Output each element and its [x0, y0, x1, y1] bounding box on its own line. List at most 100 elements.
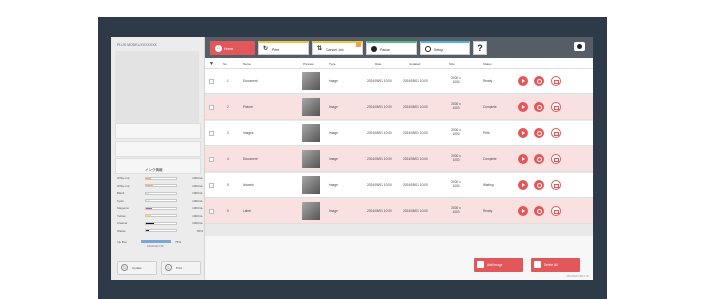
col-header-size[interactable]: Size: [449, 62, 455, 66]
table-header: ▼ No. Name Preview Type Date Updated Siz…: [205, 58, 593, 69]
play-icon[interactable]: [518, 154, 528, 164]
col-header-type[interactable]: Type: [329, 62, 336, 66]
row-date: 2024/05/01 10:00: [367, 157, 392, 161]
row-checkbox[interactable]: [209, 131, 214, 136]
row-size-line2: 1000: [452, 184, 460, 188]
col-header-preview[interactable]: Preview: [303, 62, 314, 66]
col-header-status[interactable]: Status: [483, 62, 492, 66]
settings-icon[interactable]: [534, 154, 544, 164]
ink-name: White Ink: [117, 176, 130, 180]
ink-level-fill: [146, 215, 151, 216]
delete-icon[interactable]: [551, 154, 561, 164]
settings-icon[interactable]: [534, 128, 544, 138]
ink-level-fill: [146, 222, 155, 224]
col-header-date[interactable]: Date: [375, 62, 381, 66]
play-icon[interactable]: [518, 102, 528, 112]
settings-icon[interactable]: [534, 76, 544, 86]
ink-level-bar: [145, 176, 177, 180]
camera-icon[interactable]: [574, 42, 585, 51]
ink-volume: 1000mL: [192, 191, 203, 195]
row-name: Document: [243, 157, 258, 161]
play-icon[interactable]: [518, 180, 528, 190]
filter-icon[interactable]: ▼: [209, 62, 214, 67]
row-type: Image: [329, 105, 338, 109]
settings-icon[interactable]: [534, 102, 544, 112]
row-checkbox[interactable]: [209, 183, 214, 188]
delete-icon[interactable]: [551, 206, 561, 216]
add-icon: [477, 261, 484, 268]
table-row[interactable]: 5 Artwork Image 2024/05/01 10:00 2024/05/01 …: [205, 173, 593, 198]
table-row[interactable]: 4 Document Image 2024/05/01 10:00 2024/05/01…: [205, 147, 593, 172]
delete-icon[interactable]: [551, 180, 561, 190]
tab-cancel-job[interactable]: ⇅ Cancel Job: [312, 41, 363, 55]
tab-home[interactable]: ⌂ Home: [210, 41, 255, 55]
ink-volume: 1000mL: [192, 176, 203, 180]
tab-pause[interactable]: Pause: [366, 41, 417, 55]
row-status: Waiting: [483, 183, 494, 187]
ink-volume: 1000mL: [192, 221, 203, 225]
row-checkbox[interactable]: [209, 79, 214, 84]
delete-all-button[interactable]: Delete All: [531, 258, 580, 272]
ink-level-bar: [145, 229, 177, 232]
row-thumbnail: [302, 98, 320, 116]
row-number: 3: [227, 131, 229, 135]
table-row[interactable]: 3 Images Image 2024/05/01 10:00 2024/05/01 1…: [205, 121, 593, 146]
delete-icon[interactable]: [551, 76, 561, 86]
reprint-icon: ↻: [263, 46, 269, 52]
row-size-line2: 1000: [452, 132, 460, 136]
ink-level-bar: [145, 214, 177, 217]
add-image-button[interactable]: Add Image: [474, 258, 523, 272]
col-header-updated[interactable]: Updated: [409, 62, 420, 66]
row-size: 2000 x 1000: [447, 76, 465, 84]
col-header-num[interactable]: No.: [223, 62, 228, 66]
tab-print[interactable]: ↻ Print: [258, 41, 309, 55]
ink-level-bar: [145, 191, 177, 195]
row-status: Complete: [483, 105, 497, 109]
row-checkbox[interactable]: [209, 157, 214, 162]
row-name: Artwork: [243, 183, 254, 187]
ink-name: Black: [117, 191, 125, 195]
play-icon[interactable]: [518, 206, 528, 216]
row-number: 2: [227, 105, 229, 109]
tab-print-label: Print: [272, 48, 280, 52]
ink-level-bar: [145, 221, 177, 225]
delete-icon[interactable]: [551, 128, 561, 138]
row-updated: 2024/05/01 10:00: [403, 105, 428, 109]
settings-icon[interactable]: [534, 180, 544, 190]
row-checkbox[interactable]: [209, 105, 214, 110]
ink-level-fill: [146, 192, 149, 194]
ink-volume: 1000mL: [192, 183, 203, 188]
print-preview: [115, 51, 199, 123]
print-button[interactable]: ≡ Print: [161, 261, 201, 275]
play-icon[interactable]: [518, 128, 528, 138]
ink-name: Cyan: [117, 198, 125, 203]
row-size-line2: 1000: [452, 210, 460, 214]
alert-badge: [356, 42, 361, 47]
ink-level-bar: [145, 184, 177, 187]
row-type: Image: [329, 183, 338, 187]
col-header-name[interactable]: Name: [243, 62, 251, 66]
table-row[interactable]: 6 Label Image 2024/05/01 10:00 2024/05/01 10…: [205, 199, 593, 224]
row-checkbox[interactable]: [209, 209, 214, 214]
table-row[interactable]: 2 Picture Image 2024/05/01 10:00 2024/05/01 …: [205, 95, 593, 120]
row-status: Complete: [483, 157, 497, 161]
print-button-label: Print: [176, 266, 183, 270]
row-thumbnail: [302, 150, 320, 168]
ink-name: Cleaner: [117, 221, 128, 225]
tab-home-label: Home: [224, 47, 234, 51]
ink-title: インク情報: [145, 168, 163, 172]
table-row[interactable]: 1 Document Image 2024/05/01 10:00 2024/05/01…: [205, 69, 593, 94]
add-image-label: Add Image: [487, 263, 503, 267]
row-name: Document: [243, 79, 258, 83]
row-date: 2024/05/01 10:00: [367, 79, 392, 83]
delete-icon[interactable]: [551, 102, 561, 112]
row-thumbnail: [302, 124, 320, 142]
update-button[interactable]: ↻ Update: [117, 261, 157, 275]
row-thumbnail: [302, 176, 320, 194]
row-number: 5: [227, 183, 229, 187]
tab-setup[interactable]: Setup: [420, 41, 470, 55]
row-name: Images: [243, 131, 254, 135]
play-icon[interactable]: [518, 76, 528, 86]
help-button[interactable]: ?: [473, 41, 487, 55]
settings-icon[interactable]: [534, 206, 544, 216]
